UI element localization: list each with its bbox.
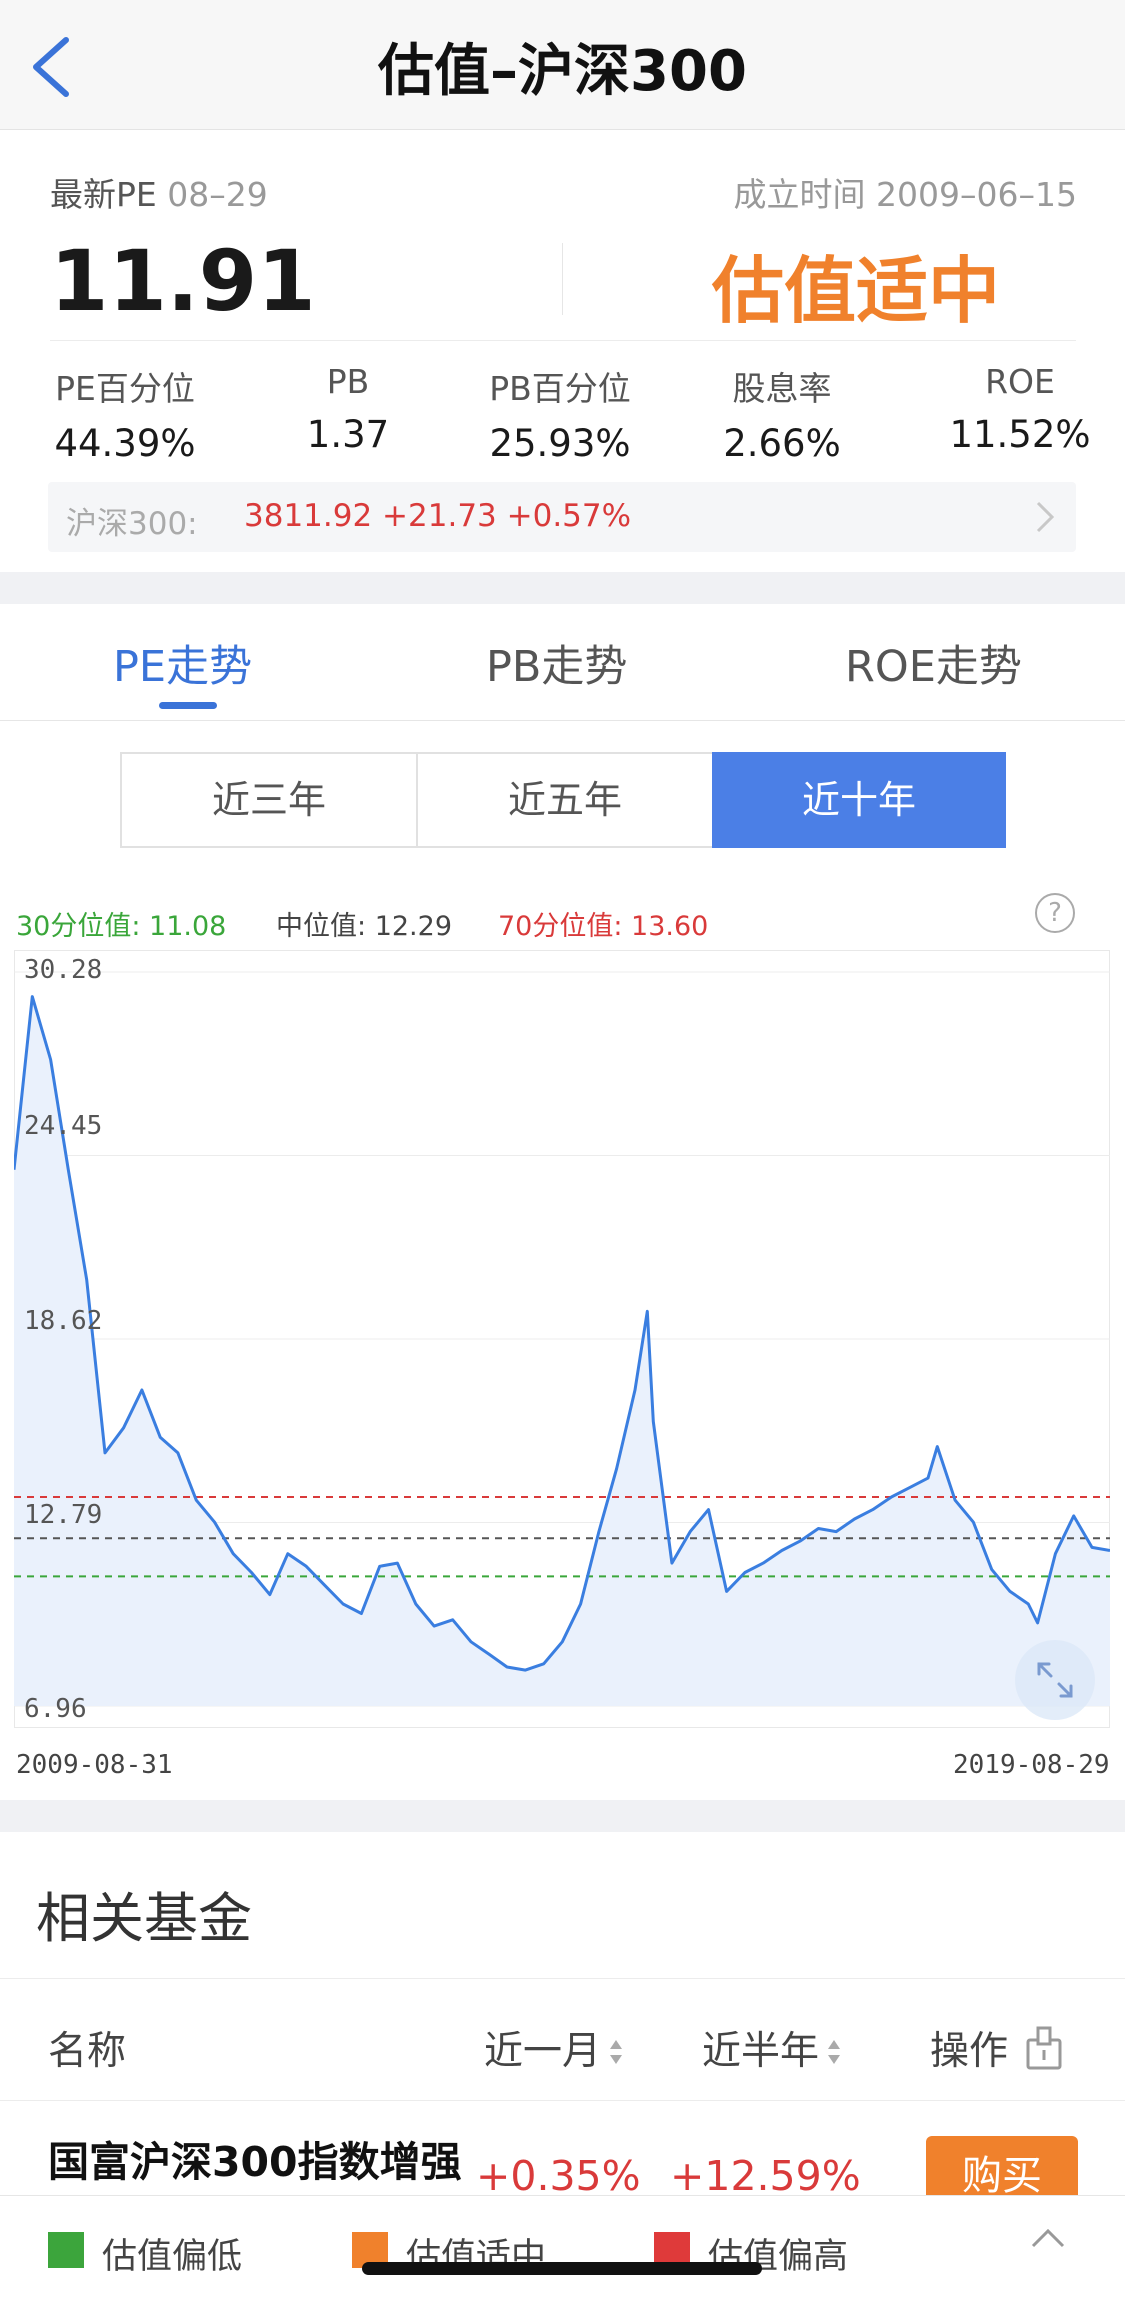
metric-label: PE百分位 bbox=[55, 369, 195, 408]
valuation-legend: 估值偏低 估值适中 估值偏高 bbox=[0, 2195, 1125, 2303]
share-export-icon[interactable] bbox=[1020, 2024, 1068, 2072]
nav-bar: 估值–沪深300 bbox=[0, 0, 1125, 130]
page-title: 估值–沪深300 bbox=[378, 39, 747, 104]
y-tick-label: 6.96 bbox=[24, 1694, 87, 1724]
col-month-header[interactable]: 近一月 bbox=[484, 2020, 623, 2076]
median-readout: 中位值: 12.29 bbox=[276, 904, 452, 943]
tab-roe-trend[interactable]: ROE走势 bbox=[845, 632, 1022, 694]
legend-swatch-low bbox=[48, 2232, 84, 2268]
pe-line-chart[interactable] bbox=[14, 950, 1110, 1728]
col-half-year-label: 近半年 bbox=[702, 2029, 820, 2074]
pe-label: 最新PE bbox=[50, 175, 157, 214]
x-start-label: 2009-08-31 bbox=[16, 1750, 173, 1780]
y-tick-label: 24.45 bbox=[24, 1111, 103, 1141]
index-value: 3811.92 +21.73 +0.57% bbox=[244, 498, 632, 534]
y-tick-label: 12.79 bbox=[24, 1500, 103, 1530]
metric-pe-percentile: PE百分位 44.39% bbox=[40, 362, 210, 465]
metric-value: 2.66% bbox=[723, 422, 841, 465]
section-gap bbox=[0, 1800, 1125, 1832]
expand-arrows-icon bbox=[1037, 1662, 1073, 1698]
section-gap bbox=[0, 572, 1125, 604]
metric-value: 11.52% bbox=[949, 413, 1091, 456]
metric-label: 股息率 bbox=[732, 369, 832, 408]
pe-area-fill bbox=[14, 996, 1110, 1706]
index-quote-row[interactable]: 沪深300: 3811.92 +21.73 +0.57% bbox=[48, 482, 1076, 552]
p70-value: 13.60 bbox=[631, 911, 709, 942]
chevron-right-icon bbox=[1036, 501, 1055, 533]
metric-label: ROE bbox=[985, 362, 1055, 401]
metric-value: 1.37 bbox=[306, 413, 390, 456]
legend-low-label: 估值偏低 bbox=[102, 2237, 243, 2277]
chevron-up-icon[interactable] bbox=[1030, 2226, 1066, 2250]
related-funds-title: 相关基金 bbox=[36, 1887, 252, 1950]
p30-value: 11.08 bbox=[149, 911, 227, 942]
metric-value: 25.93% bbox=[489, 422, 631, 465]
expand-button[interactable] bbox=[1015, 1640, 1095, 1720]
latest-pe-label: 最新PE 08–29 bbox=[50, 168, 268, 216]
pe-value: 11.91 bbox=[50, 232, 316, 330]
divider bbox=[0, 1978, 1125, 1979]
col-name-header: 名称 bbox=[48, 2029, 127, 2074]
question-circle-icon[interactable]: ? bbox=[1035, 893, 1075, 933]
divider bbox=[562, 243, 563, 315]
range-5y[interactable]: 近五年 bbox=[416, 752, 714, 848]
divider bbox=[0, 720, 1125, 721]
fund-half-year-return: +12.59% bbox=[670, 2152, 861, 2200]
metric-dividend-yield: 股息率 2.66% bbox=[702, 362, 862, 465]
y-tick-label: 18.62 bbox=[24, 1306, 103, 1336]
p70-label: 70分位值: bbox=[498, 911, 623, 942]
col-action-header: 操作 bbox=[930, 2020, 1068, 2076]
median-value: 12.29 bbox=[374, 911, 452, 942]
metric-label: PB bbox=[326, 362, 370, 401]
sort-icon bbox=[610, 2040, 623, 2064]
tab-pb-trend[interactable]: PB走势 bbox=[486, 632, 627, 694]
active-tab-indicator bbox=[159, 702, 217, 709]
home-indicator bbox=[362, 2262, 762, 2275]
range-3y[interactable]: 近三年 bbox=[120, 752, 418, 848]
p30-readout: 30分位值: 11.08 bbox=[16, 904, 226, 943]
divider bbox=[50, 340, 1076, 341]
p70-readout: 70分位值: 13.60 bbox=[498, 904, 708, 943]
p30-label: 30分位值: bbox=[16, 911, 141, 942]
median-label: 中位值: bbox=[276, 911, 367, 942]
pe-date: 08–29 bbox=[167, 175, 268, 214]
metric-label: PB百分位 bbox=[489, 369, 631, 408]
x-end-label: 2019-08-29 bbox=[953, 1750, 1110, 1780]
valuation-status: 估值适中 bbox=[712, 249, 1001, 333]
range-10y[interactable]: 近十年 bbox=[712, 752, 1006, 848]
tab-pe-trend[interactable]: PE走势 bbox=[113, 632, 252, 694]
inception-label: 成立时间 bbox=[733, 175, 866, 214]
index-label: 沪深300: bbox=[66, 506, 198, 542]
metric-value: 44.39% bbox=[54, 422, 196, 465]
inception-info: 成立时间 2009–06–15 bbox=[734, 168, 1077, 216]
metric-pb-percentile: PB百分位 25.93% bbox=[470, 362, 650, 465]
fund-name: 国富沪深300指数增强 bbox=[48, 2138, 462, 2186]
fund-month-return: +0.35% bbox=[476, 2152, 641, 2200]
col-action-label: 操作 bbox=[930, 2029, 1009, 2074]
col-month-label: 近一月 bbox=[484, 2029, 602, 2074]
y-tick-label: 30.28 bbox=[24, 955, 103, 985]
divider bbox=[0, 2100, 1125, 2101]
metric-roe: ROE 11.52% bbox=[940, 362, 1100, 456]
metric-pb: PB 1.37 bbox=[278, 362, 418, 456]
sort-icon bbox=[828, 2040, 841, 2064]
inception-date: 2009–06–15 bbox=[876, 175, 1077, 214]
col-half-year-header[interactable]: 近半年 bbox=[702, 2020, 841, 2076]
